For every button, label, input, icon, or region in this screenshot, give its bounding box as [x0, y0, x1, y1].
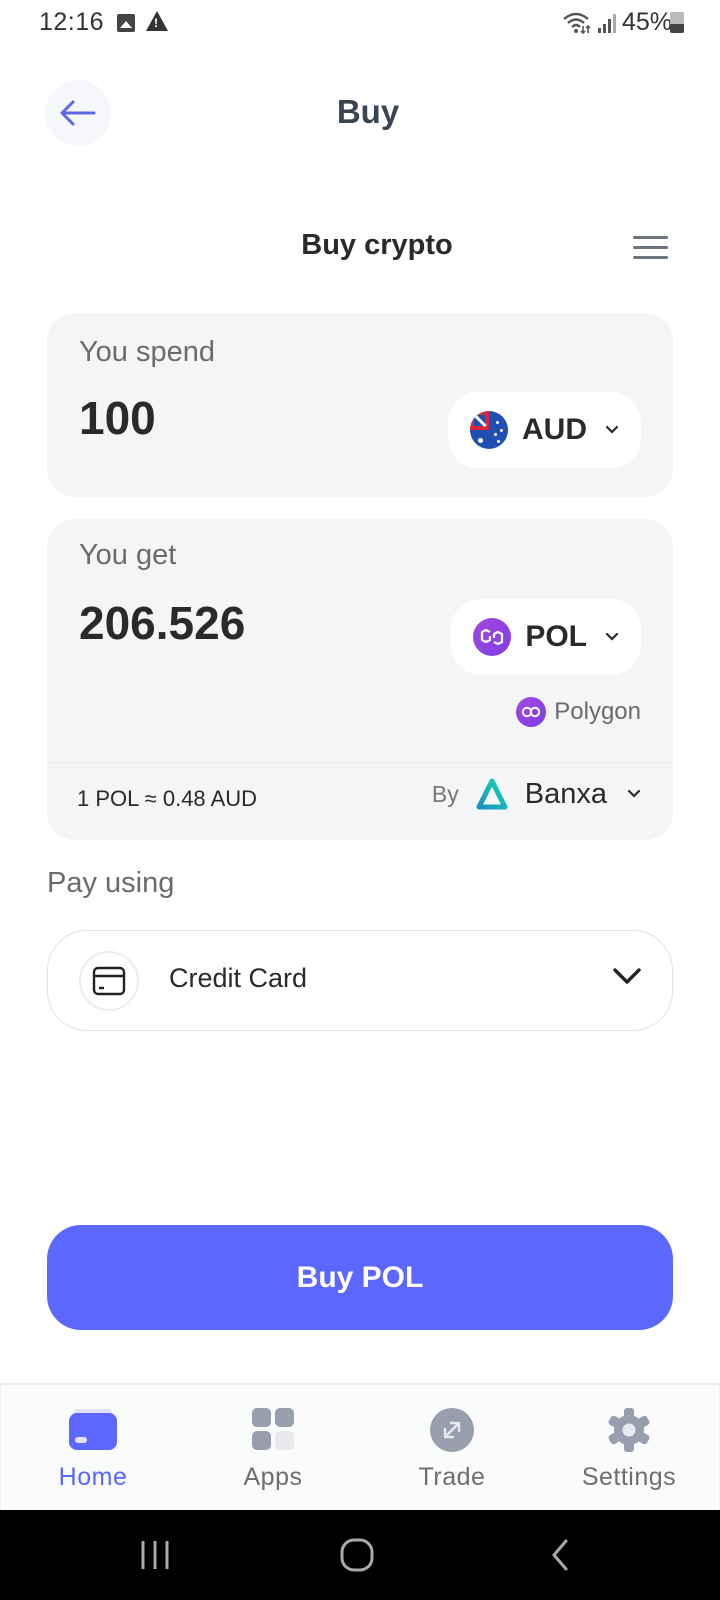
back-system-button[interactable] [525, 1510, 595, 1600]
provider-selector[interactable]: By Banxa [432, 777, 641, 811]
back-chevron-icon [552, 1539, 568, 1571]
status-indicators: 45% [562, 8, 672, 37]
chevron-down-icon [613, 968, 641, 984]
spend-currency-selector[interactable]: AUD [448, 392, 641, 468]
provider-by-label: By [431, 780, 459, 807]
warning-icon [146, 11, 168, 31]
nav-label-home: Home [58, 1463, 128, 1491]
banxa-logo-icon [476, 778, 508, 810]
signal-icon [597, 13, 616, 33]
status-bar: 12:16 45% [0, 0, 720, 46]
get-amount: 206.526 [79, 597, 246, 649]
spend-currency-code: AUD [522, 413, 587, 446]
nav-item-apps[interactable]: Apps [183, 1385, 363, 1510]
chevron-down-icon [627, 789, 641, 798]
network-badge: Polygon [516, 697, 641, 727]
page-title: Buy [336, 93, 400, 130]
nav-label-apps: Apps [243, 1463, 303, 1491]
get-currency-code: POL [525, 620, 587, 653]
get-label: You get [79, 539, 177, 571]
spend-label: You spend [79, 336, 216, 368]
apps-grid-icon [252, 1408, 294, 1450]
payment-method-value: Credit Card [169, 963, 308, 993]
buy-button[interactable]: Buy POL [47, 1225, 673, 1330]
divider [47, 762, 673, 763]
get-card: You get 206.526 POL Polygon 1 POL ≈ 0.48… [47, 519, 673, 840]
gear-icon [608, 1408, 650, 1452]
provider-name: Banxa [524, 777, 607, 810]
wallet-icon [69, 1409, 117, 1450]
nav-item-home[interactable]: Home [3, 1385, 183, 1510]
pay-using-label: Pay using [47, 867, 175, 899]
chevron-down-icon [605, 632, 619, 641]
image-icon [117, 14, 135, 32]
nav-label-trade: Trade [418, 1463, 486, 1491]
payment-method-select[interactable]: Credit Card [47, 930, 673, 1031]
recent-apps-icon [141, 1541, 169, 1569]
hamburger-menu-icon [633, 236, 668, 239]
network-label: Polygon [554, 698, 641, 725]
bottom-nav: Home Apps Trade Settings [0, 1383, 720, 1510]
nav-item-settings[interactable]: Settings [539, 1385, 719, 1510]
exchange-rate: 1 POL ≈ 0.48 AUD [77, 786, 258, 811]
battery-icon [670, 12, 684, 33]
widget-title: Buy crypto [301, 229, 453, 261]
home-system-button[interactable] [322, 1510, 392, 1600]
get-currency-selector[interactable]: POL [451, 599, 641, 675]
home-circle-icon [340, 1538, 374, 1572]
trade-arrows-icon [430, 1408, 474, 1452]
nav-item-trade[interactable]: Trade [362, 1385, 542, 1510]
credit-card-icon [79, 951, 139, 1011]
chevron-down-icon [605, 425, 619, 434]
nav-label-settings: Settings [581, 1463, 677, 1491]
system-nav-bar [0, 1510, 720, 1600]
australia-flag-icon [470, 411, 508, 449]
status-time: 12:16 [39, 8, 105, 36]
wifi-icon [563, 12, 591, 34]
polygon-token-icon [473, 618, 512, 656]
polygon-network-icon [516, 697, 547, 727]
spend-card: You spend AUD [47, 313, 673, 497]
menu-button[interactable] [630, 230, 670, 262]
recent-apps-button[interactable] [120, 1510, 190, 1600]
battery-percent: 45% [621, 8, 672, 36]
spend-amount-input[interactable] [79, 391, 379, 445]
